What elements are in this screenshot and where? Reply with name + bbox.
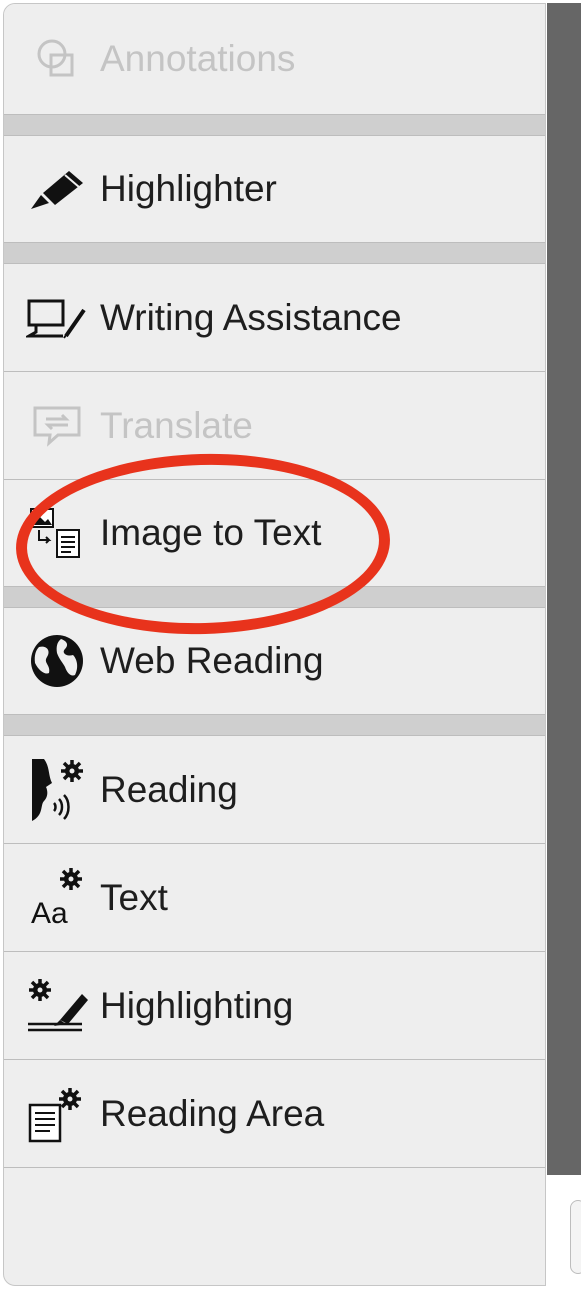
menu-item-label: Web Reading [100,640,324,681]
highlighting-settings-icon [24,976,90,1036]
separator [4,114,545,136]
svg-text:Aa: Aa [31,897,68,930]
menu-item-text[interactable]: Aa Text [4,844,545,951]
divider [4,1167,545,1168]
translate-icon [24,396,90,456]
menu-item-label: Highlighting [100,984,294,1026]
menu-item-writing-assistance[interactable]: Writing Assistance [4,264,545,371]
menu-item-highlighting[interactable]: Highlighting [4,952,545,1059]
separator [4,714,545,736]
menu-item-reading-area[interactable]: Reading Area [4,1060,545,1167]
menu-item-annotations[interactable]: Annotations [4,4,545,114]
right-panel-edge [547,3,581,1175]
menu-item-image-to-text[interactable]: Image to Text [4,480,545,586]
tools-menu-panel: Annotations Highlighter Writing Assistan… [3,3,546,1286]
annotations-icon [24,29,90,89]
menu-item-web-reading[interactable]: Web Reading [4,608,545,714]
image-to-text-icon [24,503,90,563]
menu-item-translate[interactable]: Translate [4,372,545,479]
menu-item-label: Reading Area [100,1092,325,1134]
writing-assistance-icon [24,288,90,348]
menu-item-label: Translate [100,404,253,446]
partial-button[interactable] [570,1200,581,1274]
separator [4,242,545,264]
menu-item-label: Text [100,876,168,918]
menu-item-highlighter[interactable]: Highlighter [4,136,545,242]
reading-area-settings-icon [24,1084,90,1144]
globe-icon [24,631,90,691]
menu-item-reading[interactable]: Reading [4,736,545,843]
menu-item-label: Annotations [100,38,296,79]
separator [4,586,545,608]
menu-item-label: Writing Assistance [100,296,402,338]
highlighter-pen-icon [24,159,90,219]
text-settings-icon: Aa [24,867,90,930]
menu-item-label: Image to Text [100,512,322,553]
menu-item-label: Highlighter [100,168,277,209]
menu-item-label: Reading [100,768,238,810]
reading-voice-settings-icon [24,758,90,821]
